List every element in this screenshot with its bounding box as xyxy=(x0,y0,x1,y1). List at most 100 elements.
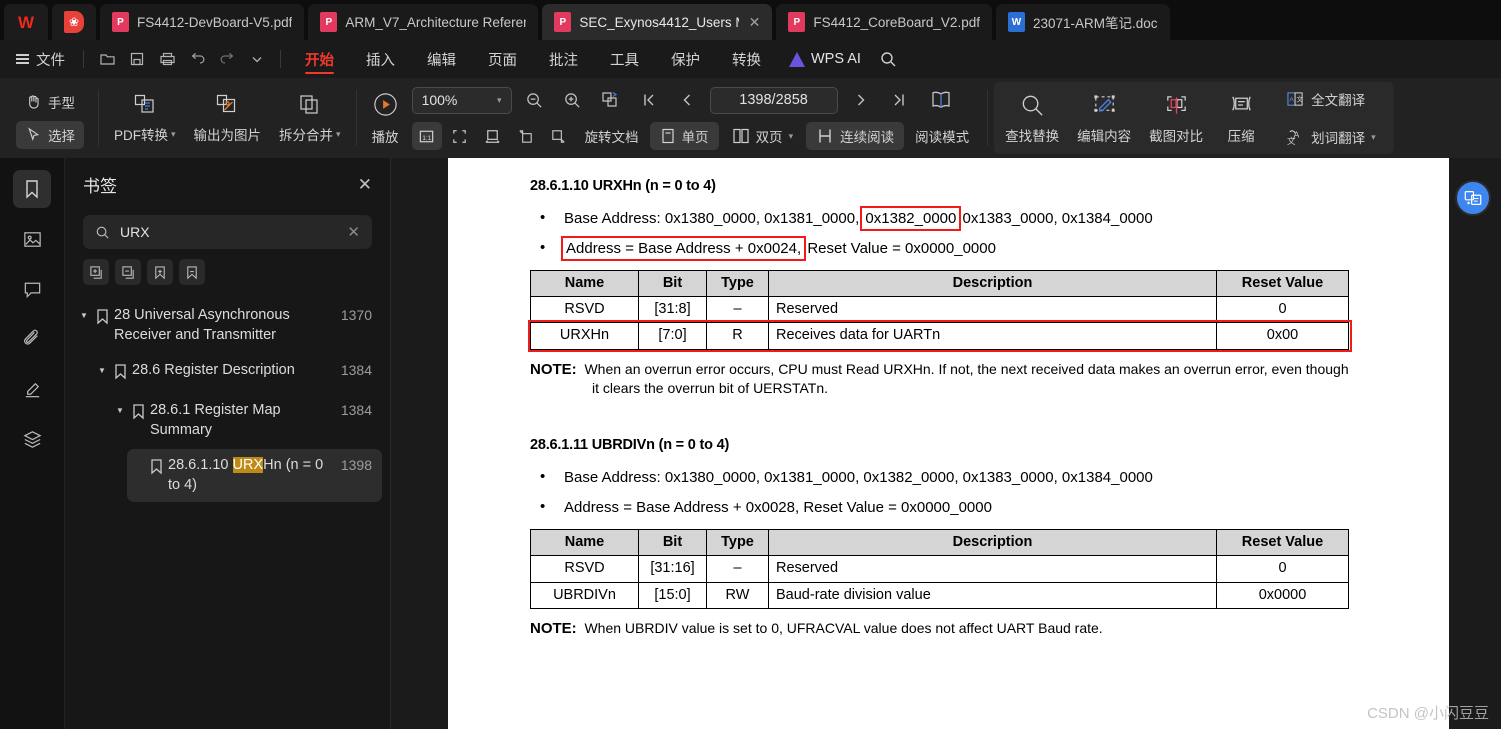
select-mode-button[interactable]: 选择 xyxy=(16,120,84,149)
tab-item[interactable]: P ARM_V7_Architecture Referenc xyxy=(308,4,539,40)
continuous-read-button[interactable]: 连续阅读 xyxy=(806,122,905,150)
compress-button[interactable]: 压缩 xyxy=(1212,88,1270,149)
prev-page-icon[interactable] xyxy=(672,86,702,114)
translate-group: A 文 全文翻译 A 文 划词翻译 ▾ xyxy=(1270,85,1392,151)
last-page-icon[interactable] xyxy=(884,86,914,114)
lotus-icon[interactable]: ❀ xyxy=(52,4,96,40)
expand-all-icon[interactable] xyxy=(83,259,109,285)
tab-item[interactable]: W 23071-ARM笔记.doc xyxy=(995,4,1170,40)
actual-size-icon[interactable]: 1:1 xyxy=(411,122,442,150)
svg-text:A: A xyxy=(1289,96,1294,103)
fit-page-icon[interactable] xyxy=(445,122,475,150)
export-image-button[interactable]: 输出为图片 xyxy=(185,88,271,148)
zoom-out-icon[interactable] xyxy=(520,86,550,114)
menu-item-0[interactable]: 开始 xyxy=(289,40,350,78)
reading-mode-icon[interactable] xyxy=(922,86,960,114)
search-icon[interactable] xyxy=(873,45,903,73)
wps-ai-icon xyxy=(789,51,805,67)
pdf-file-icon: P xyxy=(112,12,129,32)
menu-item-5[interactable]: 工具 xyxy=(594,40,655,78)
first-page-icon[interactable] xyxy=(634,86,664,114)
divider xyxy=(355,90,357,146)
edit-content-button[interactable]: 编辑内容 xyxy=(1068,88,1140,149)
attachment-icon[interactable] xyxy=(13,320,51,358)
full-translate-button[interactable]: A 文 全文翻译 xyxy=(1276,85,1386,113)
bookmark-icon[interactable] xyxy=(13,170,51,208)
tab-item[interactable]: P FS4412-DevBoard-V5.pdf xyxy=(100,4,305,40)
chevron-down-icon[interactable]: ▼ xyxy=(113,401,127,415)
menu-item-1[interactable]: 插入 xyxy=(350,40,411,78)
document-viewer[interactable]: 28.6.1.10 URXHn (n = 0 to 4) Base Address… xyxy=(390,158,1501,729)
chevron-down-icon[interactable]: ▼ xyxy=(95,361,109,375)
single-page-button[interactable]: 单页 xyxy=(649,122,719,150)
register-table: Name Bit Type Description Reset Value RSVD [31… xyxy=(530,528,1349,610)
close-icon[interactable]: ✕ xyxy=(358,175,372,195)
undo-icon[interactable] xyxy=(182,45,212,73)
page-indicator[interactable]: 1398/2858 xyxy=(709,86,838,114)
screenshot-compare-button[interactable]: 截图对比 xyxy=(1140,88,1212,149)
single-page-icon xyxy=(661,128,674,144)
redo-icon[interactable] xyxy=(212,45,242,73)
bookmark-item[interactable]: ▼ 28 Universal Asynchronous Receiver and … xyxy=(73,299,382,352)
zoom-in-icon[interactable] xyxy=(558,86,588,114)
tab-close-icon[interactable]: ✕ xyxy=(747,14,761,31)
pointer-mode-group: 手型 选择 xyxy=(8,88,92,149)
file-menu-button[interactable]: 文件 xyxy=(12,49,75,70)
fit-width-icon[interactable] xyxy=(478,122,508,150)
bookmark-list[interactable]: ▼ 28 Universal Asynchronous Receiver and … xyxy=(65,291,390,729)
bookmarks-panel: 书签 ✕ URX ✕ ▼ 28 Universal Asynchronous Re… xyxy=(64,158,390,729)
layers-icon[interactable] xyxy=(13,420,51,458)
search-icon xyxy=(1022,95,1043,116)
clear-icon[interactable]: ✕ xyxy=(347,223,360,241)
collapse-all-icon[interactable] xyxy=(115,259,141,285)
pdf-convert-button[interactable]: PDF转换 ▾ xyxy=(105,88,185,148)
tab-item[interactable]: P FS4412_CoreBoard_V2.pdf xyxy=(776,4,992,40)
search-input[interactable]: URX ✕ xyxy=(83,215,372,249)
add-bookmark-icon[interactable] xyxy=(147,259,173,285)
open-folder-icon[interactable] xyxy=(92,45,122,73)
print-icon[interactable] xyxy=(152,45,182,73)
double-page-button[interactable]: 双页 ▾ xyxy=(722,122,804,150)
signature-icon[interactable] xyxy=(13,370,51,408)
save-icon[interactable] xyxy=(122,45,152,73)
zoom-level-select[interactable]: 100% ▾ xyxy=(411,86,512,114)
table-cell: 0x0000 xyxy=(1216,581,1349,610)
next-page-icon[interactable] xyxy=(846,86,876,114)
convert-float-icon[interactable] xyxy=(1455,180,1491,216)
pdf-page[interactable]: 28.6.1.10 URXHn (n = 0 to 4) Base Address… xyxy=(448,158,1449,729)
table-cell: – xyxy=(706,555,769,583)
find-replace-button[interactable]: 查找替换 xyxy=(996,88,1068,149)
rotate-document-icon[interactable] xyxy=(596,86,626,114)
chevron-down-icon: ▾ xyxy=(336,128,341,139)
rotate-document-button[interactable]: 旋转文档 xyxy=(577,122,647,150)
bookmark-page-number: 1384 xyxy=(340,402,372,419)
reading-mode-button[interactable]: 阅读模式 xyxy=(907,122,977,150)
bookmark-item[interactable]: 28.6.1.10 URXHn (n = 0 to 4) 1398 xyxy=(127,449,382,503)
rotate-right-icon[interactable] xyxy=(544,122,574,150)
split-merge-button[interactable]: 拆分合并 ▾ xyxy=(270,88,350,148)
comment-icon[interactable] xyxy=(13,270,51,308)
menu-item-7[interactable]: 转换 xyxy=(716,40,777,78)
wps-logo-icon[interactable]: W xyxy=(4,4,48,40)
note-label: NOTE: xyxy=(530,620,577,638)
menu-item-3[interactable]: 页面 xyxy=(472,40,533,78)
menu-item-4[interactable]: 批注 xyxy=(533,40,594,78)
table-header-cell: Bit xyxy=(638,269,707,297)
bookmark-label: 28.6.1.10 URXHn (n = 0 to 4) xyxy=(168,457,324,493)
thumbnail-icon[interactable] xyxy=(13,220,51,258)
remove-bookmark-icon[interactable] xyxy=(179,259,205,285)
menu-bar: 文件 开始 插入 编辑 页面 批注 工具 保护 转换 WPS AI xyxy=(0,40,1501,78)
wps-ai-button[interactable]: WPS AI xyxy=(777,51,873,67)
play-button[interactable]: 播放 xyxy=(363,90,408,146)
chevron-down-icon[interactable]: ▼ xyxy=(77,306,91,320)
divider xyxy=(98,90,99,146)
bookmark-item[interactable]: ▼ 28.6.1 Register Map Summary 1384 xyxy=(109,394,382,447)
bookmark-item[interactable]: ▼ 28.6 Register Description 1384 xyxy=(91,354,382,392)
menu-item-2[interactable]: 编辑 xyxy=(411,40,472,78)
hand-mode-button[interactable]: 手型 xyxy=(16,88,84,116)
word-translate-button[interactable]: A 文 划词翻译 ▾ xyxy=(1276,123,1386,151)
tab-item[interactable]: P SEC_Exynos4412_Users Manu ✕ xyxy=(542,4,773,40)
rotate-left-icon[interactable] xyxy=(511,122,541,150)
menu-item-6[interactable]: 保护 xyxy=(655,40,716,78)
chevron-down-icon[interactable] xyxy=(242,45,272,73)
